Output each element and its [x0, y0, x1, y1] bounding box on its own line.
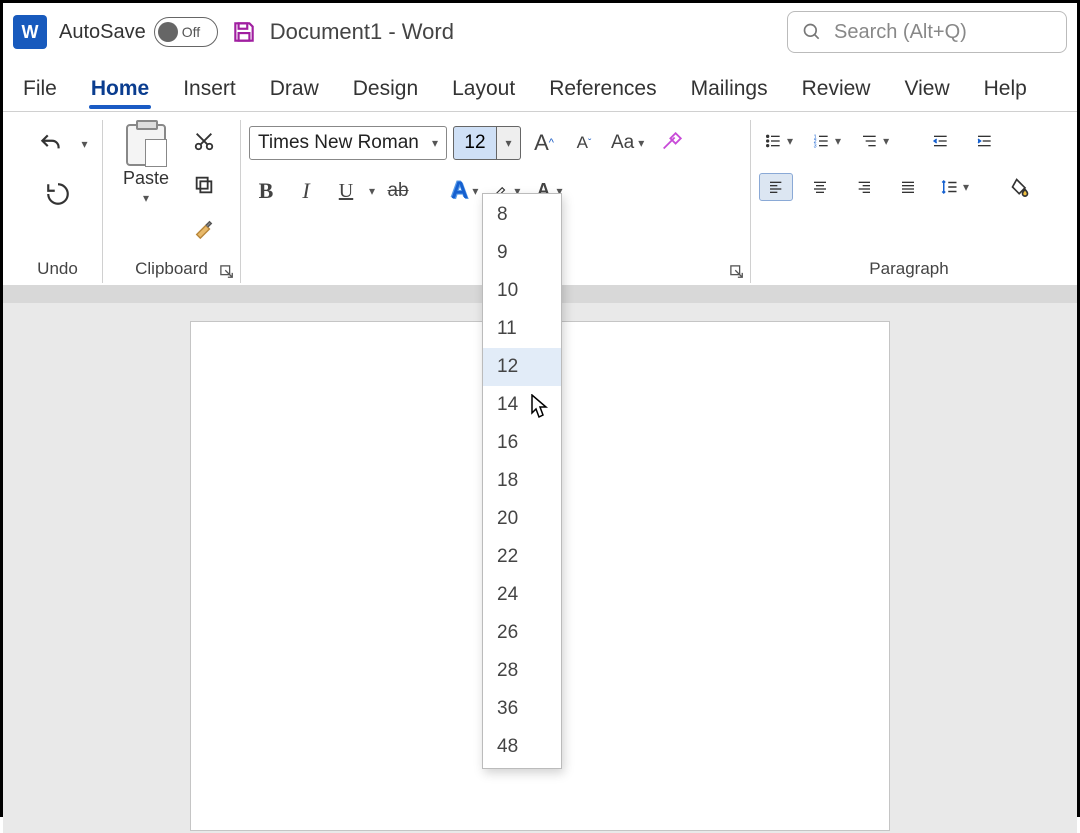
font-size-option-14[interactable]: 14 [483, 386, 561, 424]
underline-dropdown[interactable]: ▾ [369, 184, 375, 198]
increase-indent-button[interactable] [967, 126, 1001, 156]
font-size-option-12[interactable]: 12 [483, 348, 561, 386]
bold-button[interactable]: B [249, 176, 283, 206]
font-size-dropdown-button[interactable]: ▾ [497, 126, 521, 160]
paste-label: Paste [123, 168, 169, 189]
paste-icon [126, 124, 166, 166]
tab-references[interactable]: References [547, 71, 658, 111]
tab-layout[interactable]: Layout [450, 71, 517, 111]
tab-help[interactable]: Help [982, 71, 1029, 111]
group-undo: ▾ Undo [13, 120, 103, 283]
group-label-clipboard: Clipboard [111, 259, 232, 283]
tab-view[interactable]: View [902, 71, 951, 111]
tab-file[interactable]: File [21, 71, 59, 111]
underline-button[interactable]: U [329, 176, 363, 206]
tab-design[interactable]: Design [351, 71, 420, 111]
font-size-option-18[interactable]: 18 [483, 462, 561, 500]
font-name-selector[interactable]: Times New Roman ▾ [249, 126, 447, 160]
font-launcher[interactable] [730, 265, 744, 279]
copy-button[interactable] [187, 170, 221, 200]
multilevel-list-button[interactable] [855, 126, 893, 156]
line-spacing-button[interactable] [935, 172, 973, 202]
font-size-option-9[interactable]: 9 [483, 234, 561, 272]
font-size-option-11[interactable]: 11 [483, 310, 561, 348]
align-center-button[interactable] [803, 173, 837, 201]
autosave-toggle[interactable]: Off [154, 17, 218, 47]
align-left-button[interactable] [759, 173, 793, 201]
repeat-button[interactable] [34, 174, 82, 214]
font-size-option-36[interactable]: 36 [483, 690, 561, 728]
font-name-chevron-icon: ▾ [432, 136, 438, 150]
numbering-button[interactable]: 123 [807, 126, 845, 156]
font-size-option-22[interactable]: 22 [483, 538, 561, 576]
undo-button[interactable] [27, 124, 75, 164]
document-title: Document1 - Word [270, 19, 454, 45]
save-button[interactable] [230, 18, 258, 46]
title-bar: W AutoSave Off Document1 - Word Search (… [3, 3, 1077, 61]
cut-button[interactable] [187, 126, 221, 156]
font-size-option-24[interactable]: 24 [483, 576, 561, 614]
group-paragraph: 123 [751, 120, 1067, 283]
change-case-button[interactable]: Aa [607, 128, 648, 158]
svg-text:3: 3 [814, 144, 817, 149]
font-size-option-48[interactable]: 48 [483, 728, 561, 766]
undo-dropdown[interactable]: ▾ [81, 137, 87, 151]
font-size-option-20[interactable]: 20 [483, 500, 561, 538]
font-size-dropdown[interactable]: 8910111214161820222426283648 [482, 193, 562, 769]
group-label-undo: Undo [21, 259, 94, 283]
text-effects-button[interactable]: A [447, 176, 482, 206]
tab-insert[interactable]: Insert [181, 71, 238, 111]
shrink-font-button[interactable]: Aˇ [567, 128, 601, 158]
group-clipboard: Paste ▾ Clipboard [103, 120, 241, 283]
font-size-option-28[interactable]: 28 [483, 652, 561, 690]
ribbon-tabs: File Home Insert Draw Design Layout References… [3, 61, 1077, 111]
decrease-indent-button[interactable] [923, 126, 957, 156]
autosave-label: AutoSave [59, 21, 146, 44]
shading-button[interactable] [1003, 172, 1037, 202]
search-icon [802, 22, 822, 42]
font-size-input[interactable]: 12 [453, 126, 497, 160]
align-right-button[interactable] [847, 173, 881, 201]
font-size-option-10[interactable]: 10 [483, 272, 561, 310]
tab-review[interactable]: Review [800, 71, 873, 111]
autosave-state: Off [182, 24, 200, 40]
search-box[interactable]: Search (Alt+Q) [787, 11, 1067, 53]
clipboard-launcher[interactable] [220, 265, 234, 279]
tab-mailings[interactable]: Mailings [689, 71, 770, 111]
group-label-paragraph: Paragraph [759, 259, 1059, 283]
tab-home[interactable]: Home [89, 71, 151, 111]
format-painter-button[interactable] [187, 214, 221, 244]
autosave-group: AutoSave Off [59, 17, 218, 47]
grow-font-button[interactable]: A^ [527, 128, 561, 158]
paste-button[interactable]: Paste ▾ [111, 120, 181, 205]
paste-dropdown[interactable]: ▾ [143, 191, 149, 205]
font-size-option-8[interactable]: 8 [483, 196, 561, 234]
word-app-icon: W [13, 15, 47, 49]
italic-button[interactable]: I [289, 176, 323, 206]
bullets-button[interactable] [759, 126, 797, 156]
clear-formatting-button[interactable] [654, 128, 688, 158]
strikethrough-button[interactable]: ab [381, 176, 415, 206]
font-name-value: Times New Roman [258, 132, 419, 154]
tab-draw[interactable]: Draw [268, 71, 321, 111]
font-size-option-16[interactable]: 16 [483, 424, 561, 462]
justify-button[interactable] [891, 173, 925, 201]
toggle-knob [158, 22, 178, 42]
search-placeholder: Search (Alt+Q) [834, 21, 967, 44]
font-size-selector[interactable]: 12 ▾ [453, 126, 521, 160]
font-size-option-26[interactable]: 26 [483, 614, 561, 652]
